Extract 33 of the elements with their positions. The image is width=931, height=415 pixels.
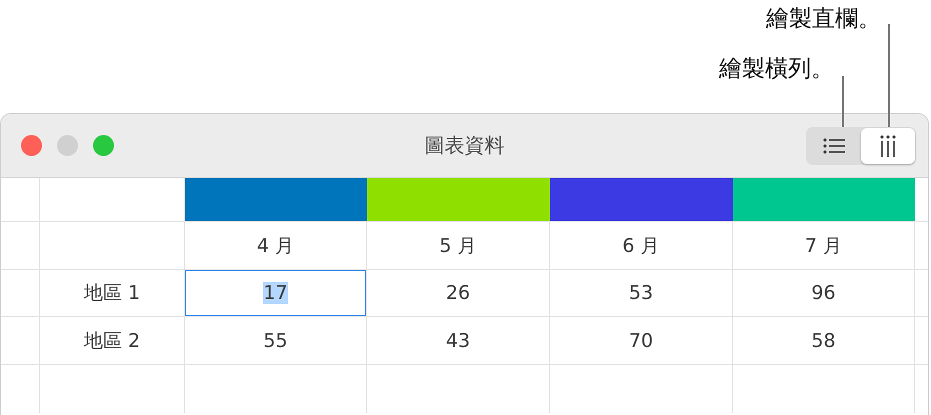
table-cell[interactable]: 26 <box>367 270 550 317</box>
table-cell[interactable] <box>1 222 40 270</box>
plot-columns-button[interactable] <box>861 128 915 164</box>
table-cell[interactable] <box>1 270 40 317</box>
list-icon <box>823 138 845 154</box>
table-cell[interactable]: 58 <box>733 317 915 365</box>
series-color-swatch[interactable] <box>367 178 550 222</box>
row-header: 地區 1 <box>84 281 140 306</box>
callout-text: 繪製橫列。 <box>719 55 834 84</box>
leader-line <box>842 76 844 128</box>
table-cell[interactable]: 43 <box>367 317 550 365</box>
table-cell[interactable] <box>1 317 40 365</box>
table-cell[interactable]: 53 <box>550 270 733 317</box>
close-button[interactable] <box>21 135 42 156</box>
table-cell[interactable]: 17 <box>185 270 367 317</box>
window-title: 圖表資料 <box>424 132 504 159</box>
column-header: 5 月 <box>439 234 477 258</box>
row-header: 地區 2 <box>84 328 140 354</box>
column-header: 4 月 <box>256 234 294 258</box>
callout-text: 繪製直欄。 <box>766 5 881 34</box>
minimize-button[interactable] <box>57 135 78 156</box>
zoom-button[interactable] <box>93 135 114 156</box>
series-color-swatch[interactable] <box>185 178 367 222</box>
column-header: 6 月 <box>622 234 660 258</box>
series-color-swatch[interactable] <box>550 178 733 222</box>
table-cell[interactable] <box>1 178 40 222</box>
table-cell[interactable] <box>40 222 185 270</box>
series-color-swatch[interactable] <box>733 178 915 222</box>
column-header: 7 月 <box>804 234 842 258</box>
table-cell[interactable]: 55 <box>185 317 367 365</box>
columns-icon <box>880 134 896 156</box>
table-cell[interactable]: 70 <box>550 317 733 365</box>
table-cell[interactable]: 96 <box>733 270 915 317</box>
